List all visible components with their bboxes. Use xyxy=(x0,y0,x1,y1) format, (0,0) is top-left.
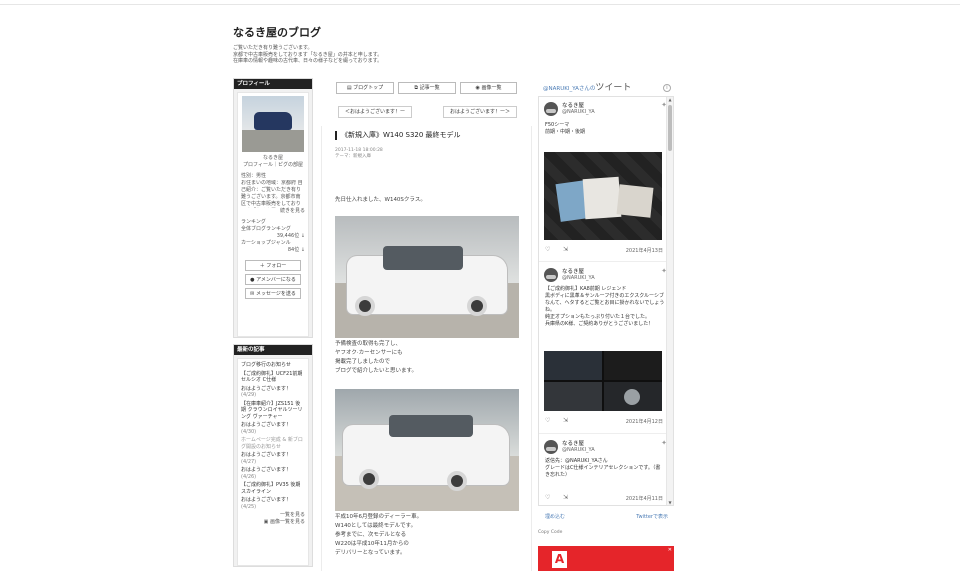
recent-item[interactable]: おはようございます！ (4/29) xyxy=(241,386,305,399)
tweet-image[interactable] xyxy=(544,152,662,240)
recent-list: ブログ移行のお知らせ 【ご成約御礼】UCF21前期セルシオ C仕様 おはようござ… xyxy=(237,358,309,566)
top-divider xyxy=(0,4,960,5)
recent-more-link[interactable]: 一覧を見る xyxy=(241,512,305,519)
recent-item[interactable]: 【ご成約御礼】PV35 後期 スカイライン xyxy=(241,482,305,495)
article: 《新規入庫》W140 S320 最終モデル 2017-11-18 18:00:2… xyxy=(321,126,532,571)
profile-links[interactable]: プロフィール｜ピグの部屋 xyxy=(241,162,305,169)
tweet-author[interactable]: なるき屋 xyxy=(562,101,584,109)
profile-gender: 性別：男性 xyxy=(241,173,267,179)
member-button[interactable]: ● アメンバーになる xyxy=(245,274,301,285)
tweet-date[interactable]: 2021年4月13日 xyxy=(626,247,663,254)
sidebar: プロフィール なるき屋 プロフィール｜ピグの部屋 性別：男性 お住まいの地域：京… xyxy=(233,78,313,567)
scroll-down-arrow[interactable]: ▼ xyxy=(667,500,673,505)
tweet-author[interactable]: なるき屋 xyxy=(562,267,584,275)
profile-heading: プロフィール xyxy=(234,79,312,89)
blog-top-button[interactable]: ▤ ブログトップ xyxy=(336,82,394,94)
share-icon[interactable]: ⇲ xyxy=(563,494,568,501)
article-theme[interactable]: テーマ：新規入庫 xyxy=(335,154,383,160)
scroll-up-arrow[interactable]: ▲ xyxy=(667,97,673,102)
recent-item[interactable]: おはようございます！ (4/25) xyxy=(241,497,305,510)
blog-header: なるき屋のブログ ご覧いただき有り難うございます。 京都で中古車販売をしておりま… xyxy=(233,24,382,65)
scrollbar-thumb[interactable] xyxy=(668,105,672,151)
blog-title[interactable]: なるき屋のブログ xyxy=(233,24,382,40)
share-icon[interactable]: ⇲ xyxy=(563,417,568,424)
ranking-genre-label[interactable]: カーショップジャンル xyxy=(241,240,305,247)
article-photo[interactable] xyxy=(335,389,519,511)
prev-article-button[interactable]: ＜おはようございます！ー xyxy=(338,106,412,118)
article-paragraph: 先日仕入れました、W140Sクラス。 xyxy=(335,197,426,203)
tweet[interactable]: なるき屋 @NARUKI_YA ✦ 【ご成約御礼】KA8前期 レジェンド 黒ボディ… xyxy=(539,263,667,433)
twitter-tweets-label: ツイート xyxy=(595,83,632,93)
recent-item[interactable]: ホームページ完成 & 新ブログ開設のお知らせ xyxy=(241,437,305,450)
recent-item[interactable]: おはようございます！ (4/26) xyxy=(241,467,305,480)
recent-item[interactable]: 【在庫車紹介】JZS151 後期 クラウンロイヤルツーリング ヴァーチャー xyxy=(241,401,305,421)
recent-item[interactable]: おはようございます！ (4/30) xyxy=(241,422,305,435)
tweet-divider xyxy=(539,433,667,434)
tweet-image[interactable] xyxy=(544,351,662,411)
heart-icon[interactable]: ♡ xyxy=(545,246,550,253)
tweet-date[interactable]: 2021年4月11日 xyxy=(626,495,663,502)
avatar[interactable] xyxy=(544,268,558,282)
article-list-button[interactable]: ⧉ 記事一覧 xyxy=(398,82,456,94)
profile-box: プロフィール なるき屋 プロフィール｜ピグの部屋 性別：男性 お住まいの地域：京… xyxy=(233,78,313,338)
info-icon[interactable]: i xyxy=(663,84,671,92)
profile-name[interactable]: なるき屋 xyxy=(241,155,305,162)
avatar[interactable] xyxy=(544,102,558,116)
tweet-text: F50シーマ 前期・中期・後期 xyxy=(545,122,586,135)
image-list-link[interactable]: ▣ 画像一覧を見る xyxy=(241,519,305,526)
tweet-date[interactable]: 2021年4月12日 xyxy=(626,418,663,425)
recent-box: 最新の記事 ブログ移行のお知らせ 【ご成約御礼】UCF21前期セルシオ C仕様 … xyxy=(233,344,313,567)
message-button[interactable]: ✉ メッセージを送る xyxy=(245,288,301,299)
ranking-all-label[interactable]: 全体ブログランキング xyxy=(241,226,305,233)
close-icon[interactable]: ✕ xyxy=(668,547,672,553)
article-paragraph: 予備検査の取得も完了し、 ヤフオク·カーセンサーにも 掲載完了しましたので ブロ… xyxy=(335,341,417,374)
adobe-logo-icon: A xyxy=(552,551,567,568)
article-meta: 2017-11-18 18:00:28 テーマ：新規入庫 xyxy=(335,148,383,160)
twitter-footer-links: 埋め込む Twitterで表示 xyxy=(545,513,668,520)
tweet[interactable]: なるき屋 @NARUKI_YA ✦ 返信先：@NARUKI_YAさん グレードはC… xyxy=(539,435,667,505)
timeline-scrollbar[interactable]: ▲ ▼ xyxy=(666,97,673,505)
copy-code-label[interactable]: Copy Code xyxy=(538,530,562,535)
tweet-handle[interactable]: @NARUKI_YA xyxy=(562,275,595,281)
view-on-twitter-link[interactable]: Twitterで表示 xyxy=(636,513,668,520)
recent-item[interactable]: 【ご成約御礼】UCF21前期セルシオ C仕様 xyxy=(241,371,305,384)
profile-avatar[interactable] xyxy=(242,96,304,152)
recent-item[interactable]: ブログ移行のお知らせ xyxy=(241,362,305,369)
tweet[interactable]: なるき屋 @NARUKI_YA ✦ F50シーマ 前期・中期・後期 ♡ ⇲ 202… xyxy=(539,97,667,260)
ad-banner[interactable]: A ✕ xyxy=(538,546,674,571)
article-paragraph: 平成10年6月登録のディーラー車。 W140としては最終モデルです。 参考までに… xyxy=(335,514,423,556)
article-photo[interactable] xyxy=(335,216,519,338)
profile-more-link[interactable]: 続きを見る xyxy=(241,208,305,215)
recent-heading: 最新の記事 xyxy=(234,345,312,355)
avatar[interactable] xyxy=(544,440,558,454)
follow-button[interactable]: ＋ フォロー xyxy=(245,260,301,271)
tweet-handle[interactable]: @NARUKI_YA xyxy=(562,447,595,453)
image-list-button[interactable]: ◉ 画像一覧 xyxy=(460,82,517,94)
blog-description: ご覧いただき有り難うございます。 京都で中古車販売をしております「なるき屋」の井… xyxy=(233,45,383,64)
profile-bio: お住まいの地域：京都府 自己紹介：ご覧いただき有り難うございます。京都市南区で中… xyxy=(241,180,303,207)
tweet-text: 返信先：@NARUKI_YAさん グレードはC仕様インテリアセレクションです。（書… xyxy=(545,458,661,478)
twitter-widget-header: @NARUKI_YAさんのツイート i xyxy=(543,83,671,93)
next-article-button[interactable]: おはようございます！ー＞ xyxy=(443,106,517,118)
ranking-genre-value: 84位 ↓ xyxy=(287,247,305,253)
embed-link[interactable]: 埋め込む xyxy=(545,514,565,520)
share-icon[interactable]: ⇲ xyxy=(563,246,568,253)
tweet-author[interactable]: なるき屋 xyxy=(562,439,584,447)
twitter-handle-link[interactable]: @NARUKI_YAさんの xyxy=(543,86,595,92)
ranking-all-value: 39,446位 ↓ xyxy=(276,233,305,239)
heart-icon[interactable]: ♡ xyxy=(545,494,550,501)
ranking-label: ランキング xyxy=(241,219,266,225)
tweet-handle[interactable]: @NARUKI_YA xyxy=(562,109,595,115)
tweet-divider xyxy=(539,261,667,262)
twitter-timeline[interactable]: なるき屋 @NARUKI_YA ✦ F50シーマ 前期・中期・後期 ♡ ⇲ 202… xyxy=(538,96,674,506)
article-title[interactable]: 《新規入庫》W140 S320 最終モデル xyxy=(335,131,461,140)
recent-item[interactable]: おはようございます！ (4/27) xyxy=(241,452,305,465)
heart-icon[interactable]: ♡ xyxy=(545,417,550,424)
tweet-text: 【ご成約御礼】KA8前期 レジェンド 黒ボディに黒革＆サンルーフ付きのエクスクルー… xyxy=(545,286,665,327)
